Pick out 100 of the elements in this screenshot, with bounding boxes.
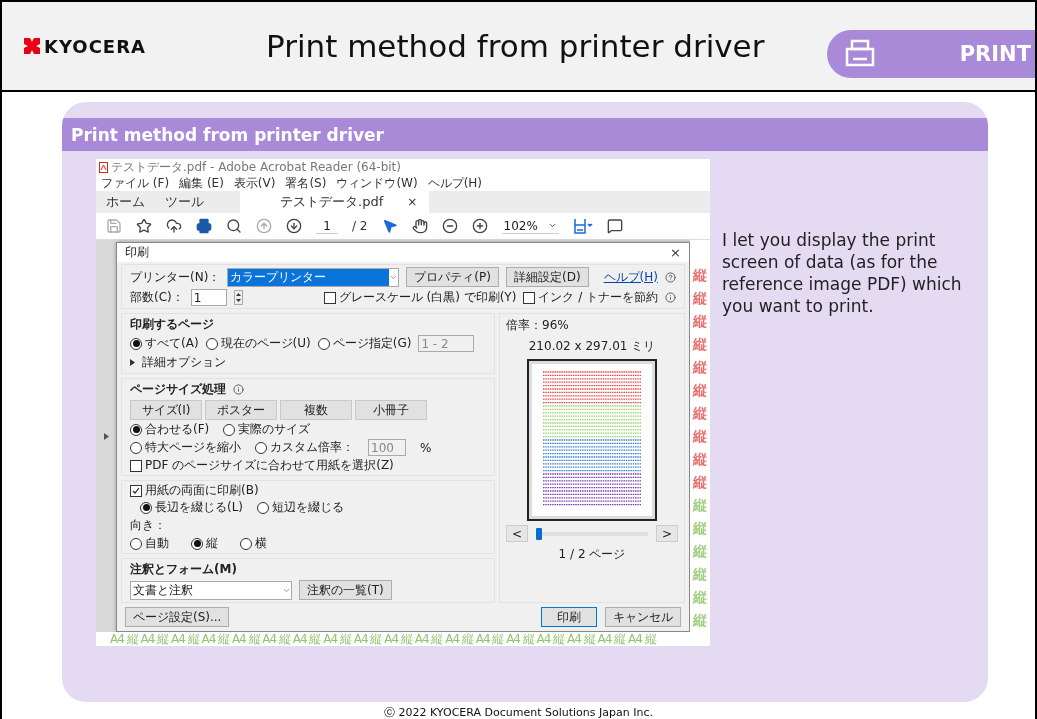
radio-option[interactable]: 短辺を綴じる — [257, 500, 345, 515]
checkbox-option[interactable]: インク / トナーを節約 — [523, 290, 658, 305]
checkbox-option[interactable]: PDF のページサイズに合わせて用紙を選択(Z) — [130, 458, 394, 473]
paper-size-label: 210.02 x 297.01 ミリ — [528, 338, 656, 355]
zoom-out-icon[interactable] — [441, 218, 458, 234]
percent-label: % — [420, 440, 432, 455]
document-text: 縦 — [693, 542, 707, 560]
radio-option[interactable]: 自動 — [130, 536, 169, 551]
radio-option[interactable]: 実際のサイズ — [223, 422, 311, 437]
print-icon[interactable] — [196, 218, 212, 234]
radio-option[interactable]: すべて(A) — [130, 336, 199, 351]
copies-label: 部数(C)： — [130, 289, 184, 306]
fit-page-icon[interactable] — [572, 218, 593, 234]
menu-item[interactable]: ウィンドウ(W) — [336, 174, 418, 192]
menu-item[interactable]: 表示(V) — [233, 174, 276, 192]
tab[interactable]: テストデータ.pdf × — [240, 191, 430, 213]
document-text: 縦 — [693, 611, 707, 629]
zoom-in-icon[interactable] — [471, 218, 488, 234]
advanced-button[interactable]: 詳細設定(D) — [505, 267, 589, 287]
document-text: 縦 — [693, 496, 707, 514]
radio-option[interactable]: 現在のページ(U) — [205, 336, 311, 351]
help-icon[interactable] — [665, 271, 676, 283]
properties-button[interactable]: プロパティ(P) — [406, 267, 499, 287]
comment-icon[interactable] — [606, 218, 623, 234]
more-options-link[interactable]: 詳細オプション — [142, 354, 226, 371]
document-text: 縦 — [693, 358, 707, 376]
printer-select[interactable]: カラープリンター — [227, 267, 400, 287]
menu-item[interactable]: 編集 (E) — [179, 174, 224, 192]
radio-option[interactable]: 横 — [240, 536, 267, 551]
cancel-button[interactable]: キャンセル — [605, 607, 681, 627]
previous-page-button[interactable]: < — [506, 525, 528, 542]
checkbox-option[interactable]: グレースケール (白黒) で印刷(Y) — [323, 290, 517, 305]
document-text: 縦 — [693, 427, 707, 445]
arrow-down-icon[interactable] — [286, 218, 302, 234]
pointer-icon[interactable] — [381, 218, 398, 234]
close-button[interactable]: × — [670, 245, 681, 260]
spinner-icon[interactable] — [233, 290, 243, 305]
annotations-list-button[interactable]: 注釈の一覧(T) — [299, 580, 392, 600]
zoom-dropdown[interactable]: 102% — [501, 218, 559, 234]
sizing-mode-button[interactable]: 小冊子 — [355, 400, 427, 420]
card-title: Print method from printer driver — [62, 118, 988, 151]
radio-option[interactable]: カスタム倍率： — [255, 440, 354, 455]
section-title: 印刷するページ — [130, 316, 215, 333]
next-page-button[interactable]: > — [656, 525, 678, 542]
scale-label: 倍率：96% — [506, 317, 569, 334]
document-text: 縦 — [693, 289, 707, 307]
document-text: 縦 — [693, 312, 707, 330]
radio-option[interactable]: 長辺を綴じる(L) — [140, 500, 244, 515]
info-icon[interactable] — [233, 384, 244, 395]
page-indicator: 1 / 2 ページ — [558, 546, 626, 563]
copyright-text: ⓒ 2022 KYOCERA Document Solutions Japan Inc. — [384, 705, 653, 719]
tab[interactable]: ホーム — [96, 191, 155, 213]
print-button[interactable]: 印刷 — [541, 607, 597, 627]
orientation-label: 向き： — [130, 517, 167, 534]
tab-close-button[interactable]: × — [407, 195, 418, 209]
document-text: 縦 — [693, 588, 707, 606]
document-text: 縦 — [693, 450, 707, 468]
info-icon[interactable] — [665, 292, 676, 303]
checkmark-icon — [132, 486, 140, 495]
radio-option[interactable]: 縦 — [191, 536, 218, 551]
document-text: 縦 — [693, 266, 707, 284]
menu-item[interactable]: 署名(S) — [285, 174, 327, 192]
page-total: / 2 — [352, 219, 368, 233]
menu-item[interactable]: ヘルプ(H) — [427, 174, 483, 192]
radio-option[interactable]: 特大ページを縮小 — [130, 440, 241, 455]
cloud-upload-icon[interactable] — [166, 218, 182, 234]
star-icon[interactable] — [136, 218, 152, 234]
slide-title: Print method from printer driver — [266, 28, 765, 64]
caret-icon — [547, 221, 557, 230]
sizing-mode-button[interactable]: サイズ(I) — [130, 400, 202, 420]
help-link[interactable]: ヘルプ(H) — [603, 268, 658, 286]
page-setup-button[interactable]: ページ設定(S)... — [125, 607, 230, 627]
annotations-select[interactable]: 文書と注釈 — [130, 580, 292, 600]
description-text: I let you display the print screen of data (as for the reference image PDF) which you want to print. — [722, 229, 963, 317]
sizing-mode-button[interactable]: 複数 — [280, 400, 352, 420]
document-text: 縦 — [693, 519, 707, 537]
copies-field[interactable]: 1 — [190, 289, 227, 306]
window-title: テストデータ.pdf - Adobe Acrobat Reader (64-bit) — [111, 158, 401, 176]
menu-item[interactable]: ファイル (F) — [101, 174, 170, 192]
radio-option[interactable]: ページ指定(G) — [317, 336, 412, 351]
logo-text: KYOCERA — [44, 35, 146, 57]
document-text: A4 縦 A4 縦 A4 縦 A4 縦 A4 縦 A4 縦 A4 縦 A4 縦 A4 縦 A4 縦 A4 縦 A4 縦 A4 縦 A4 縦 A4 縦 A4 縦 A4 縦 A4 縦 — [96, 632, 710, 646]
dialog-title: 印刷 — [125, 244, 149, 261]
section-title: ページサイズ処理 — [130, 381, 226, 398]
checkbox-option[interactable]: 用紙の両面に印刷(B) — [130, 483, 259, 498]
section-badge: PRINT — [827, 30, 1035, 78]
radio-option[interactable]: 合わせる(F) — [130, 422, 210, 437]
printer-label: プリンター(N)： — [130, 268, 221, 286]
document-text: 縦 — [693, 335, 707, 353]
expand-arrow-icon[interactable] — [130, 359, 135, 366]
hand-icon[interactable] — [411, 218, 428, 234]
document-text: 縦 — [693, 381, 707, 399]
slider-thumb[interactable] — [536, 527, 542, 540]
expand-arrow-icon[interactable] — [103, 432, 109, 440]
page-number-field[interactable]: 1 — [316, 218, 338, 234]
document-text: 縦 — [693, 565, 707, 583]
sizing-mode-button[interactable]: ポスター — [205, 400, 277, 420]
tab[interactable]: ツール — [155, 191, 214, 213]
search-icon[interactable] — [226, 218, 242, 234]
section-title: 注釈とフォーム(M) — [130, 561, 238, 578]
